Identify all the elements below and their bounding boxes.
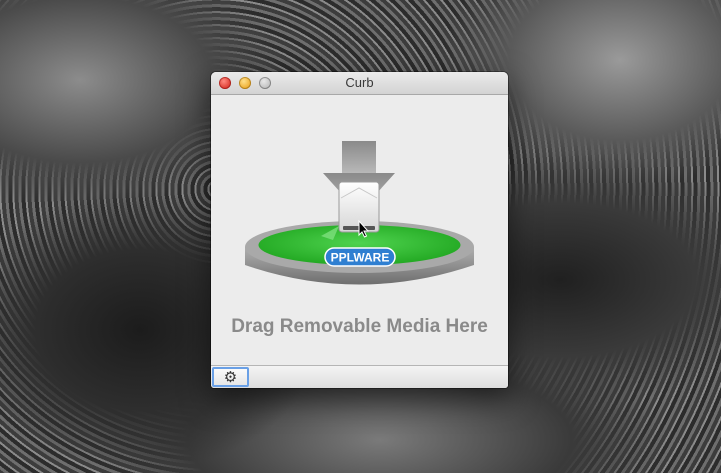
drop-instruction-text: Drag Removable Media Here (231, 316, 488, 337)
title-bar[interactable]: Curb (211, 72, 508, 95)
drop-zone-artwork[interactable]: PPLWARE (241, 134, 478, 309)
bottom-toolbar: ⚙ (211, 365, 508, 388)
badge-label: PPLWARE (331, 251, 390, 265)
gear-icon: ⚙ (223, 369, 238, 386)
pplware-badge: PPLWARE (324, 247, 396, 267)
curb-window: Curb PPLWARE Drag Removable Media Here ⚙ (211, 72, 508, 388)
settings-button[interactable]: ⚙ (212, 367, 249, 387)
window-title: Curb (345, 75, 374, 90)
